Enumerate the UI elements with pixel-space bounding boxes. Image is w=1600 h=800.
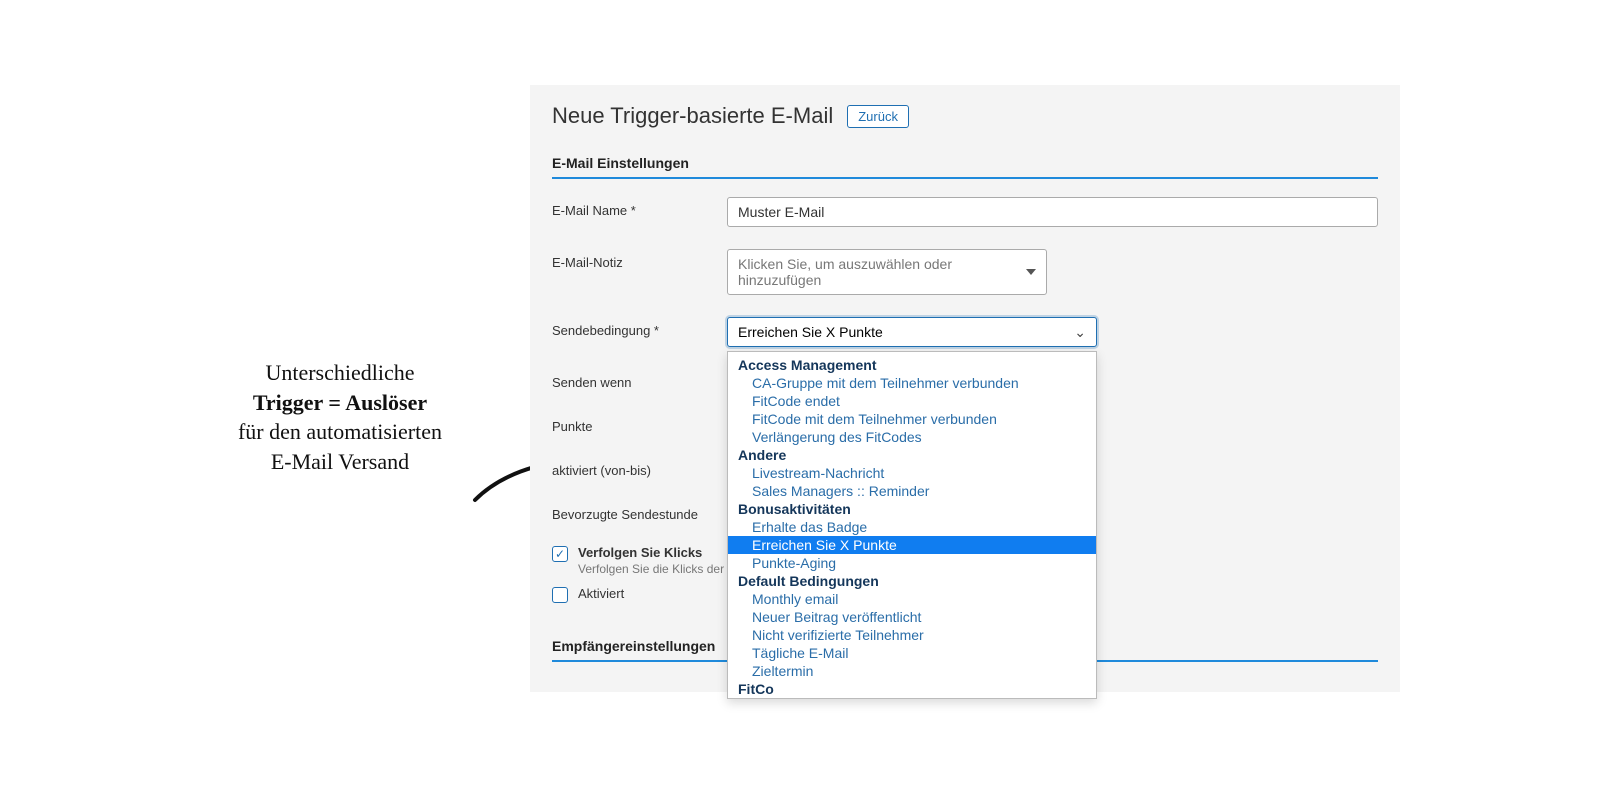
dropdown-option[interactable]: Erhalte das Badge: [728, 518, 1096, 536]
row-email-note: E-Mail-Notiz Klicken Sie, um auszuwählen…: [552, 249, 1378, 295]
send-condition-value: Erreichen Sie X Punkte: [738, 324, 883, 340]
send-condition-dropdown[interactable]: Access ManagementCA-Gruppe mit dem Teiln…: [727, 351, 1097, 699]
label-send-when: Senden wenn: [552, 369, 727, 390]
email-note-placeholder: Klicken Sie, um auszuwählen oder hinzuzu…: [738, 256, 1026, 288]
dropdown-group-title: FitCo: [728, 680, 1096, 698]
dropdown-option[interactable]: Livestream-Nachricht: [728, 464, 1096, 482]
dropdown-option[interactable]: Sales Managers :: Reminder: [728, 482, 1096, 500]
dropdown-option[interactable]: Tägliche E-Mail: [728, 644, 1096, 662]
section-email-settings: E-Mail Einstellungen: [552, 155, 1378, 179]
form-panel: Neue Trigger-basierte E-Mail Zurück E-Ma…: [530, 85, 1400, 692]
track-clicks-help: Verfolgen Sie die Klicks der Teil: [578, 562, 745, 576]
dropdown-option[interactable]: Nicht verifizierte Teilnehmer: [728, 626, 1096, 644]
annotation-line: für den automatisierten: [180, 417, 500, 447]
dropdown-group-title: Andere: [728, 446, 1096, 464]
label-email-note: E-Mail-Notiz: [552, 249, 727, 270]
send-condition-select[interactable]: Erreichen Sie X Punkte ⌄: [727, 317, 1097, 347]
dropdown-option[interactable]: Verlängerung des FitCodes: [728, 428, 1096, 446]
page-title: Neue Trigger-basierte E-Mail: [552, 103, 833, 129]
dropdown-group-title: Default Bedingungen: [728, 572, 1096, 590]
chevron-down-icon: ⌄: [1074, 325, 1086, 339]
dropdown-option[interactable]: CA-Gruppe mit dem Teilnehmer verbunden: [728, 374, 1096, 392]
label-email-name: E-Mail Name *: [552, 197, 727, 218]
label-active-range: aktiviert (von-bis): [552, 457, 727, 478]
email-name-field[interactable]: [727, 197, 1378, 227]
panel-header: Neue Trigger-basierte E-Mail Zurück: [552, 103, 1378, 129]
row-send-condition: Sendebedingung * Erreichen Sie X Punkte …: [552, 317, 1378, 347]
activated-label: Aktiviert: [578, 586, 624, 601]
chevron-down-icon: [1026, 269, 1036, 275]
dropdown-option[interactable]: Punkte-Aging: [728, 554, 1096, 572]
dropdown-option[interactable]: FitCode endet: [728, 392, 1096, 410]
handwritten-annotation: Unterschiedliche Trigger = Auslöser für …: [180, 358, 500, 477]
annotation-line: E-Mail Versand: [180, 447, 500, 477]
dropdown-option[interactable]: Monthly email: [728, 590, 1096, 608]
label-send-condition: Sendebedingung *: [552, 317, 727, 338]
row-email-name: E-Mail Name *: [552, 197, 1378, 227]
track-clicks-checkbox[interactable]: ✓: [552, 546, 568, 562]
annotation-line: Unterschiedliche: [180, 358, 500, 388]
dropdown-option[interactable]: FitCode mit dem Teilnehmer verbunden: [728, 410, 1096, 428]
activated-checkbox[interactable]: [552, 587, 568, 603]
dropdown-option[interactable]: Erreichen Sie X Punkte: [728, 536, 1096, 554]
back-button[interactable]: Zurück: [847, 105, 909, 128]
annotation-line-bold: Trigger = Auslöser: [180, 388, 500, 418]
dropdown-option[interactable]: Neuer Beitrag veröffentlicht: [728, 608, 1096, 626]
dropdown-group-title: Access Management: [728, 356, 1096, 374]
dropdown-group-title: Bonusaktivitäten: [728, 500, 1096, 518]
track-clicks-label: Verfolgen Sie Klicks: [578, 545, 745, 560]
label-points: Punkte: [552, 413, 727, 434]
label-pref-hour: Bevorzugte Sendestunde: [552, 501, 727, 522]
dropdown-option[interactable]: Zieltermin: [728, 662, 1096, 680]
email-note-select[interactable]: Klicken Sie, um auszuwählen oder hinzuzu…: [727, 249, 1047, 295]
